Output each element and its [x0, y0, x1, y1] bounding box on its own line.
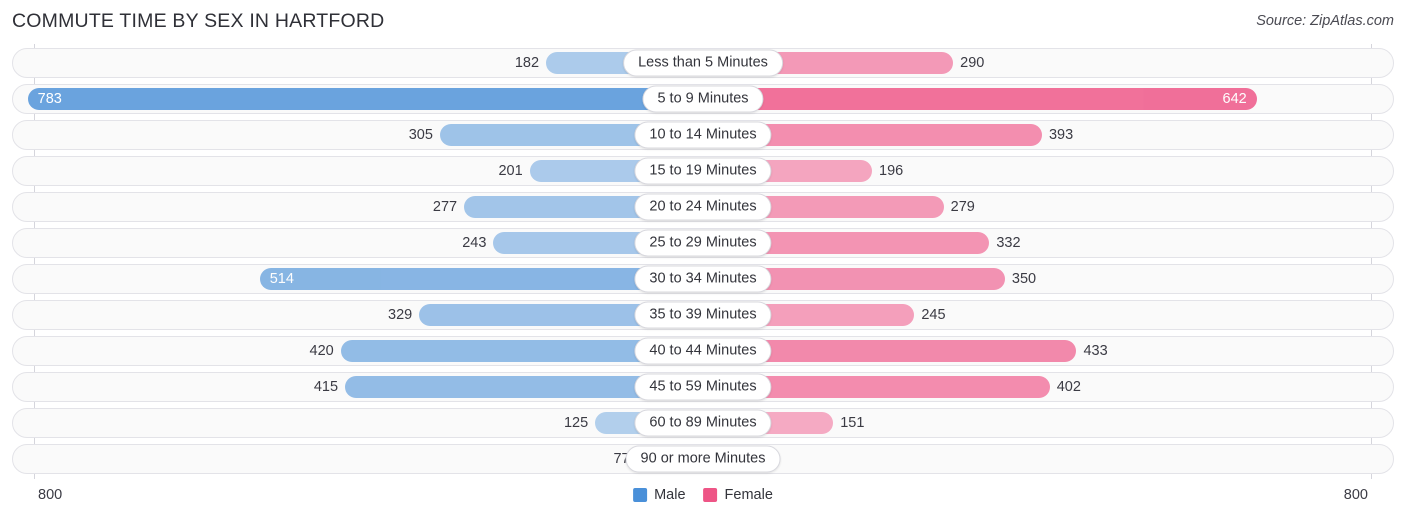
bar-row[interactable]: 305 393 10 to 14 Minutes	[12, 120, 1394, 150]
male-value-label: 415	[313, 379, 339, 395]
male-bar-group: 182	[13, 49, 703, 77]
male-bar-group: 783	[13, 85, 703, 113]
male-value-label: 182	[514, 55, 540, 71]
female-bar-group: 393	[703, 121, 1393, 149]
category-label: 30 to 34 Minutes	[634, 265, 772, 293]
female-bar-group: 245	[703, 301, 1393, 329]
male-bar-group: 243	[13, 229, 703, 257]
source-attribution: Source: ZipAtlas.com	[1256, 13, 1394, 29]
female-value-label: 290	[960, 55, 985, 71]
category-label: Less than 5 Minutes	[623, 49, 783, 77]
chart-footer: 800 800 Male Female	[0, 479, 1406, 523]
legend-swatch-female-icon	[703, 488, 718, 502]
female-bar-group: 290	[703, 49, 1393, 77]
page-title: COMMUTE TIME BY SEX IN HARTFORD	[12, 10, 385, 32]
female-value-label: 350	[1011, 271, 1037, 287]
legend-label-female: Female	[724, 487, 773, 503]
chart-plot-area: 182 290 Less than 5 Minutes 783 642 5 to 9 Mi…	[0, 44, 1406, 479]
male-bar-group: 201	[13, 157, 703, 185]
male-value-label: 305	[408, 127, 433, 143]
female-bar[interactable]: 642	[703, 88, 1257, 110]
category-label: 25 to 29 Minutes	[634, 229, 772, 257]
female-value-label: 332	[996, 235, 1021, 251]
legend-item-female[interactable]: Female	[703, 487, 773, 503]
category-label: 35 to 39 Minutes	[634, 301, 772, 329]
male-value-label: 783	[37, 91, 62, 107]
category-label: 5 to 9 Minutes	[642, 85, 764, 113]
category-label: 15 to 19 Minutes	[634, 157, 772, 185]
axis-max-right: 800	[1343, 487, 1368, 503]
male-value-label: 277	[432, 199, 458, 215]
bar-row-list: 182 290 Less than 5 Minutes 783 642 5 to 9 Mi…	[12, 48, 1394, 480]
female-bar-group: 196	[703, 157, 1393, 185]
bar-row[interactable]: 514 350 30 to 34 Minutes	[12, 264, 1394, 294]
bar-row[interactable]: 420 433 40 to 44 Minutes	[12, 336, 1394, 366]
female-bar-group: 332	[703, 229, 1393, 257]
bar-row[interactable]: 277 279 20 to 24 Minutes	[12, 192, 1394, 222]
female-bar-group: 151	[703, 409, 1393, 437]
male-bar-group: 305	[13, 121, 703, 149]
female-value-label: 151	[840, 415, 865, 431]
female-value-label: 245	[921, 307, 946, 323]
male-bar-group: 125	[13, 409, 703, 437]
male-bar[interactable]: 783	[27, 88, 703, 110]
category-label: 60 to 89 Minutes	[634, 409, 772, 437]
male-value-label: 201	[498, 163, 523, 179]
male-value-label: 420	[309, 343, 334, 359]
bar-row[interactable]: 415 402 45 to 59 Minutes	[12, 372, 1394, 402]
male-value-label: 329	[388, 307, 413, 323]
male-bar-group: 420	[13, 337, 703, 365]
female-value-label: 402	[1056, 379, 1081, 395]
male-bar-group: 514	[13, 265, 703, 293]
female-bar-group: 24	[703, 445, 1393, 473]
category-label: 90 or more Minutes	[625, 445, 781, 473]
male-value-label: 514	[269, 271, 294, 287]
category-label: 20 to 24 Minutes	[634, 193, 772, 221]
female-value-label: 196	[879, 163, 904, 179]
bar-row[interactable]: 125 151 60 to 89 Minutes	[12, 408, 1394, 438]
bar-row[interactable]: 182 290 Less than 5 Minutes	[12, 48, 1394, 78]
category-label: 40 to 44 Minutes	[634, 337, 772, 365]
female-bar-group: 642	[703, 85, 1393, 113]
chart-legend: Male Female	[633, 487, 773, 503]
female-value-label: 279	[950, 199, 975, 215]
female-bar-group: 402	[703, 373, 1393, 401]
female-bar-group: 433	[703, 337, 1393, 365]
male-bar-group: 277	[13, 193, 703, 221]
male-bar-group: 415	[13, 373, 703, 401]
male-bar-group: 329	[13, 301, 703, 329]
female-bar-group: 350	[703, 265, 1393, 293]
category-label: 10 to 14 Minutes	[634, 121, 772, 149]
female-value-label: 642	[1222, 91, 1247, 107]
female-bar-group: 279	[703, 193, 1393, 221]
bar-row[interactable]: 772490 or more Minutes	[12, 444, 1394, 474]
female-value-label: 393	[1048, 127, 1074, 143]
male-value-label: 243	[462, 235, 487, 251]
legend-swatch-male-icon	[633, 488, 648, 502]
bar-row[interactable]: 201 196 15 to 19 Minutes	[12, 156, 1394, 186]
male-value-label: 125	[563, 415, 589, 431]
bar-row[interactable]: 329 245 35 to 39 Minutes	[12, 300, 1394, 330]
bar-row[interactable]: 783 642 5 to 9 Minutes	[12, 84, 1394, 114]
female-value-label: 433	[1083, 343, 1108, 359]
axis-max-left: 800	[38, 487, 63, 503]
category-label: 45 to 59 Minutes	[634, 373, 772, 401]
chart-header: COMMUTE TIME BY SEX IN HARTFORD Source: …	[0, 0, 1406, 44]
male-bar-group: 77	[13, 445, 703, 473]
bar-row[interactable]: 243 332 25 to 29 Minutes	[12, 228, 1394, 258]
legend-label-male: Male	[654, 487, 686, 503]
legend-item-male[interactable]: Male	[633, 487, 686, 503]
